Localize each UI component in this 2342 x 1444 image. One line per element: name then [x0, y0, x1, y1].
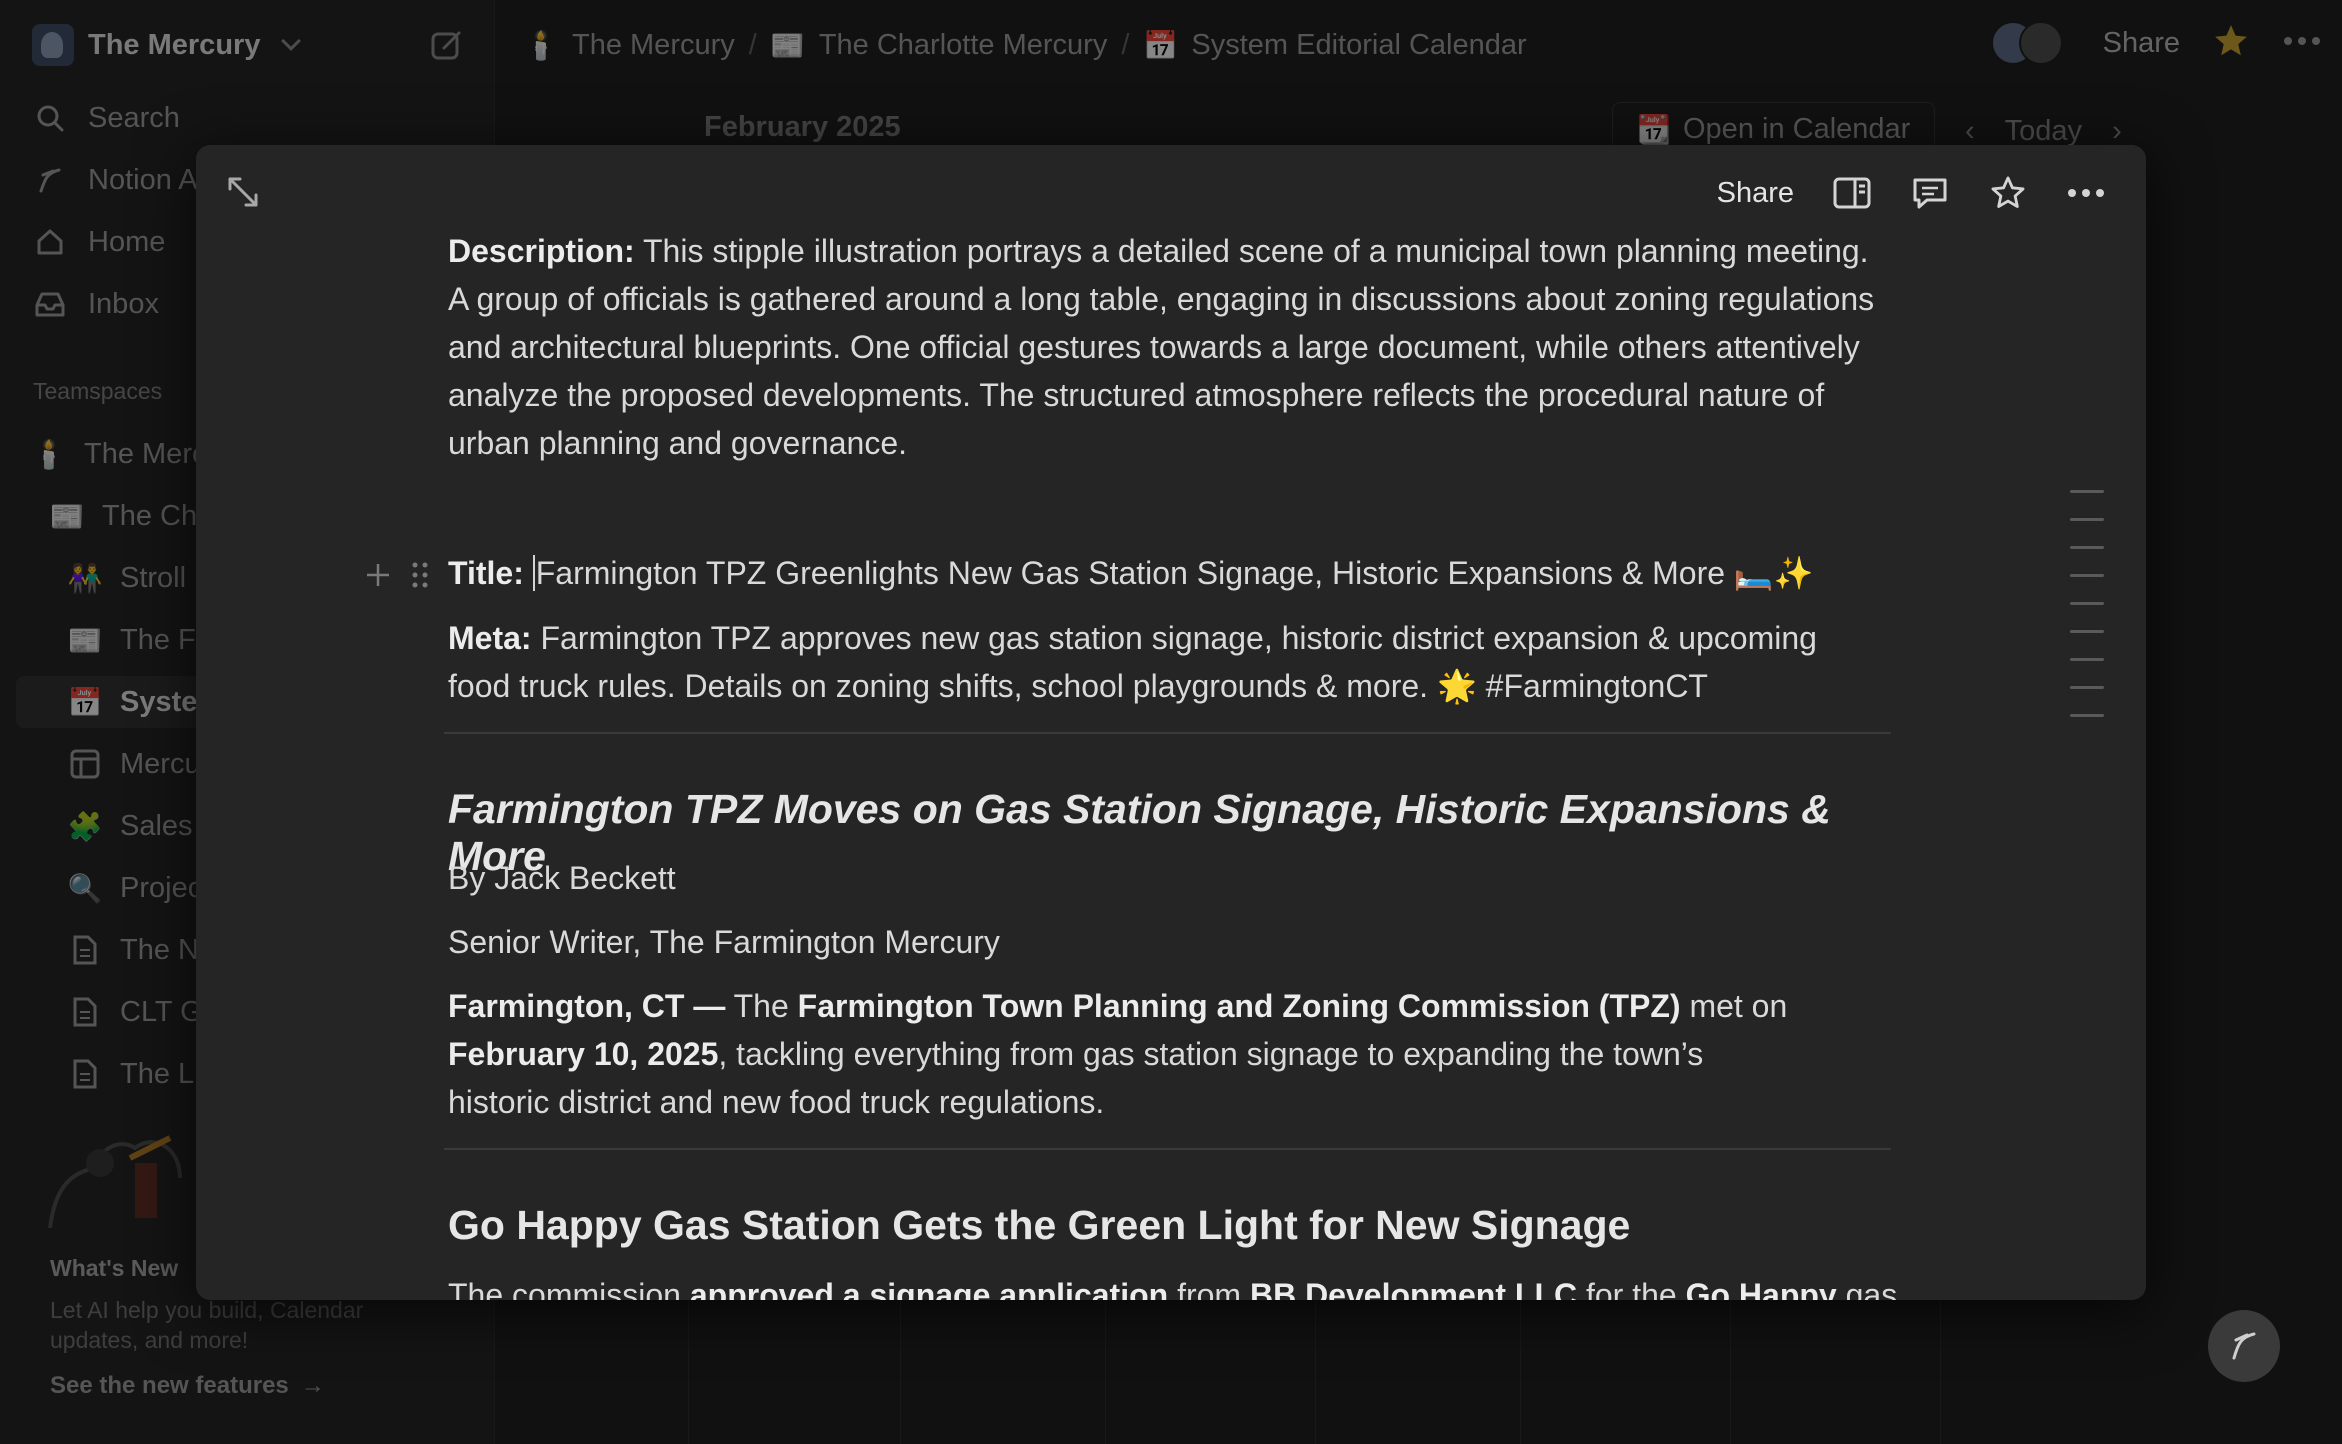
- modal-toolbar: Share: [1717, 163, 2106, 223]
- lede-date: February 10, 2025: [448, 1036, 719, 1072]
- notion-ai-fab[interactable]: [2208, 1310, 2280, 1382]
- lede-paragraph[interactable]: Farmington, CT — The Farmington Town Pla…: [448, 982, 1788, 1126]
- para-text: gas: [1845, 1277, 1898, 1300]
- para-bold: Go Happy: [1685, 1277, 1837, 1300]
- meta-block[interactable]: Meta: Farmington TPZ approves new gas st…: [448, 614, 1888, 710]
- text-cursor: [532, 555, 535, 591]
- table-of-contents-minimap[interactable]: [2070, 490, 2104, 742]
- lede-org: Farmington Town Planning and Zoning Comm…: [797, 988, 1681, 1024]
- author-role[interactable]: Senior Writer, The Farmington Mercury: [448, 918, 1888, 966]
- byline[interactable]: By Jack Beckett: [448, 854, 1888, 902]
- section-heading[interactable]: Go Happy Gas Station Gets the Green Ligh…: [448, 1202, 1630, 1249]
- drag-handle-icon[interactable]: [410, 560, 430, 595]
- para-text: from: [1177, 1277, 1242, 1300]
- favorite-star-icon[interactable]: [1988, 173, 2028, 213]
- meta-label: Meta:: [448, 620, 532, 656]
- para-bold: approved a signage application: [689, 1277, 1169, 1300]
- divider: [444, 1148, 1891, 1150]
- more-options-icon[interactable]: [2066, 173, 2106, 213]
- comment-icon[interactable]: [1910, 173, 1950, 213]
- modal-share-button[interactable]: Share: [1717, 177, 1794, 210]
- lede-the: The: [733, 988, 789, 1024]
- lede-met-on: met on: [1689, 988, 1788, 1024]
- block-handle: [364, 560, 430, 595]
- description-label: Description:: [448, 233, 635, 269]
- expand-icon[interactable]: [226, 175, 260, 209]
- title-block[interactable]: Title: Farmington TPZ Greenlights New Ga…: [448, 549, 1888, 597]
- title-label: Title:: [448, 555, 524, 591]
- side-peek-icon[interactable]: [1832, 173, 1872, 213]
- page-peek-modal: Share Description: This stipple illustra…: [196, 145, 2146, 1300]
- title-text: Farmington TPZ Greenlights New Gas Stati…: [535, 555, 1814, 591]
- meta-text: Farmington TPZ approves new gas station …: [448, 620, 1817, 704]
- para-bold: BB Development LLC: [1249, 1277, 1578, 1300]
- para-text: for the: [1585, 1277, 1677, 1300]
- lede-dateline: Farmington, CT —: [448, 988, 726, 1024]
- add-block-icon[interactable]: [364, 561, 392, 594]
- description-text: This stipple illustration portrays a det…: [448, 233, 1875, 461]
- body-paragraph[interactable]: The commission approved a signage applic…: [448, 1271, 1897, 1300]
- description-block[interactable]: Description: This stipple illustration p…: [448, 227, 1888, 467]
- para-text: The commission: [448, 1277, 681, 1300]
- divider: [444, 732, 1891, 734]
